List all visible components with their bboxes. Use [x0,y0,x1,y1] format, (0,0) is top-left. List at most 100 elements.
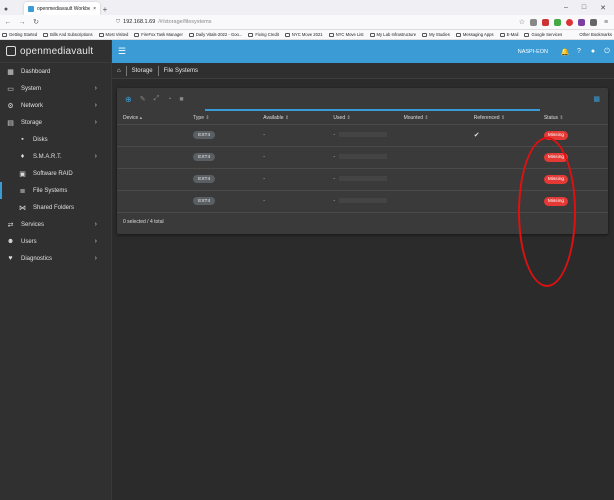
sidebar-item-disks[interactable]: ▪ Disks [0,131,111,148]
chevron-right-icon: › [94,119,97,126]
smart-icon: ♦ [20,153,25,160]
notifications-icon[interactable]: 🔔 [558,48,572,56]
available-value: - [263,154,265,160]
bookmark-item[interactable]: Bills And Subscriptions [43,32,93,37]
column-header-label: Status [543,115,559,122]
sidebar-item-network[interactable]: ⚙ Network › [0,97,111,114]
top-bar: ☰ NASPI-EON 🔔 ? ● ⏻ [112,40,614,63]
sidebar-item-label: Software RAID [33,170,73,177]
reload-icon[interactable]: ↻ [32,18,40,26]
extension-icon[interactable] [578,18,585,26]
column-header-status[interactable]: Status ⇕ [537,113,608,125]
column-header-available[interactable]: Available ⇕ [257,113,328,125]
table-cell: - [327,190,398,213]
firefox-menu-icon[interactable]: ● [0,3,12,15]
redacted-bar [339,132,388,138]
address-bar[interactable]: ⛉ 192.168.1.69/#/storage/filesystems [116,19,366,26]
bookmark-item[interactable]: Google Services [524,32,562,37]
power-icon[interactable]: ⏻ [600,48,614,56]
column-header-referenced[interactable]: Referenced ⇕ [467,113,538,125]
folder-icon [422,32,428,37]
help-icon[interactable]: ? [572,48,586,55]
bookmark-label: My Studies [429,32,450,37]
minimize-icon[interactable]: – [564,4,568,11]
sidebar-item-label: Shared Folders [33,204,75,211]
bookmark-label: FireFox Task Manager [141,32,183,37]
edit-icon[interactable]: ✎ [140,95,146,103]
folder-icon [98,32,104,37]
sort-icon: ⇕ [283,115,290,122]
omv-favicon [28,5,34,12]
browser-menu-icon[interactable]: ≡ [602,19,610,26]
browser-nav-bar: ← → ↻ ⛉ 192.168.1.69/#/storage/filesyste… [0,15,614,30]
column-settings-icon[interactable]: ▦ [593,95,600,103]
close-window-icon[interactable]: ✕ [600,4,606,12]
table-cell [117,168,188,191]
brand-name: openmediavault [20,45,94,57]
sidebar-item-services[interactable]: ⇄ Services › [0,216,111,233]
column-header-mounted[interactable]: Mounted ⇕ [397,113,468,125]
system-icon: ▭ [7,85,14,93]
column-header-type[interactable]: Type ⇕ [187,113,258,125]
extension-icon[interactable] [554,18,561,26]
sidebar-item-diagnostics[interactable]: ♥ Diagnostics › [0,250,111,267]
bookmark-item[interactable]: NYC Move 2021 [284,32,323,37]
bookmark-item[interactable]: FireFox Task Manager [134,32,183,37]
sidebar-item-file-systems[interactable]: ≣ File Systems [0,182,111,199]
delete-icon[interactable]: ■ [179,96,183,103]
bookmark-item[interactable]: My Lab Infrastructure [369,32,417,37]
new-tab-button[interactable]: + [100,3,110,15]
user-icon[interactable]: ● [586,48,600,55]
bookmark-star-icon[interactable]: ☆ [519,18,525,26]
url-path: /#/storage/filesystems [158,19,212,25]
bookmark-item[interactable]: Getting Started [2,32,37,37]
extension-icon[interactable] [590,18,597,26]
sidebar-item-s-m-a-r-t[interactable]: ♦ S.M.A.R.T. › [0,148,111,165]
folder-icon [134,32,140,37]
add-icon[interactable]: ⊕ [125,95,132,104]
back-icon[interactable]: ← [4,19,12,26]
table-cell: - [327,124,398,147]
sidebar-item-dashboard[interactable]: ▦ Dashboard [0,63,111,80]
bookmark-item[interactable]: Most Visited [98,32,128,37]
table-cell: - [327,146,398,169]
breadcrumb-storage[interactable]: Storage [132,68,153,74]
browser-tab[interactable]: openmediavault Workbench × [24,2,100,15]
other-bookmarks[interactable]: Other Bookmarks [579,32,612,37]
window-controls: – □ ✕ [564,0,614,15]
maximize-icon[interactable]: □ [582,4,586,11]
resize-icon[interactable]: ⤢ [154,95,160,103]
sort-icon: ⇕ [345,115,351,122]
tab-close-icon[interactable]: × [93,6,96,12]
home-icon[interactable]: ⌂ [117,68,121,74]
redacted-bar [339,154,388,160]
sidebar-item-storage[interactable]: ▤ Storage › [0,114,111,131]
bookmark-item[interactable]: Fixing Credit [248,32,279,37]
bookmark-item[interactable]: E-Mail [499,32,518,37]
used-value: - [333,154,336,160]
bookmark-item[interactable]: Messaging Apps [455,32,494,37]
sidebar-item-users[interactable]: ☻ Users › [0,233,111,250]
bookmark-item[interactable]: Daily Vitals-2022 - Goo... [188,32,242,37]
extension-icon[interactable] [542,18,549,26]
bookmark-label: My Lab Infrastructure [376,32,417,37]
column-header-label: Device [123,115,139,122]
sidebar-item-system[interactable]: ▭ System › [0,80,111,97]
extension-icon[interactable] [566,18,573,26]
column-header-device[interactable]: Device ▴ [117,113,188,125]
used-value: - [333,176,336,182]
bookmark-item[interactable]: My Studies [422,32,450,37]
bookmark-item[interactable]: NYC Move List [328,32,364,37]
column-header-used[interactable]: Used ⇕ [327,113,398,125]
sidebar-item-label: File Systems [33,187,68,194]
table-cell: ✔ [467,124,538,147]
referenced-check-icon: ✔ [473,132,480,139]
quota-icon[interactable]: ◔ [167,96,171,103]
available-value: - [263,176,265,182]
sidebar-item-software-raid[interactable]: ▣ Software RAID [0,165,111,182]
folder-icon [43,32,49,37]
extension-icon[interactable] [530,18,537,26]
forward-icon[interactable]: → [18,19,26,26]
menu-toggle-icon[interactable]: ☰ [118,46,126,57]
sidebar-item-shared-folders[interactable]: ⋈ Shared Folders [0,199,111,216]
